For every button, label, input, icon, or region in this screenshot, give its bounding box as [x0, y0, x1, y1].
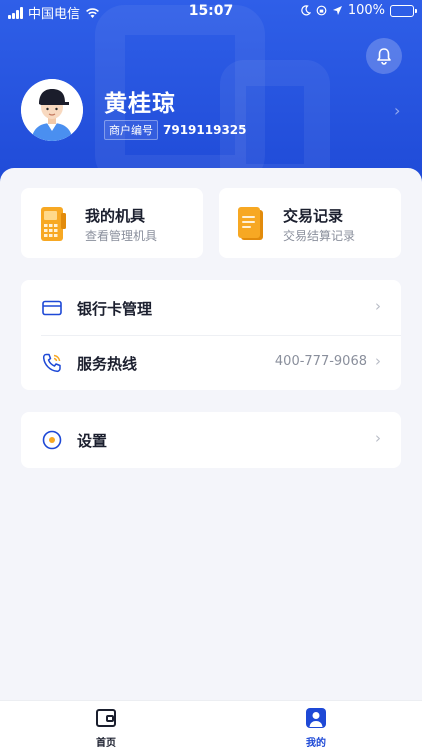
chevron-right-icon: › — [375, 352, 381, 370]
my-devices-subtitle: 查看管理机具 — [85, 229, 158, 243]
profile-chevron-icon[interactable]: › — [394, 101, 400, 120]
user-icon — [306, 708, 326, 728]
transactions-title: 交易记录 — [283, 207, 344, 225]
settings-label: 设置 — [77, 432, 108, 450]
location-icon — [332, 6, 342, 15]
avatar[interactable] — [21, 79, 83, 141]
merchant-info: 商户编号 7919119325 — [104, 120, 247, 140]
pos-terminal-icon — [41, 207, 66, 241]
status-bar: 中国电信 15:07 100% — [0, 0, 422, 22]
merchant-number: 7919119325 — [163, 123, 247, 137]
settings-group: 设置 › — [21, 412, 401, 468]
bell-icon — [377, 48, 391, 65]
settings-icon — [42, 430, 62, 450]
battery-icon — [390, 4, 417, 17]
tab-mine[interactable]: 我的 — [276, 707, 356, 749]
notification-bell-button[interactable] — [366, 38, 402, 74]
wallet-icon — [96, 709, 116, 727]
merchant-label: 商户编号 — [104, 120, 158, 140]
tab-mine-label: 我的 — [306, 738, 326, 749]
bank-card-label: 银行卡管理 — [77, 300, 153, 318]
battery-percent: 100% — [347, 3, 385, 18]
my-devices-title: 我的机具 — [85, 207, 146, 225]
transactions-card[interactable]: 交易记录 交易结算记录 — [219, 188, 401, 258]
settings-row[interactable]: 设置 › — [21, 412, 401, 468]
tab-home-label: 首页 — [96, 738, 116, 749]
transactions-subtitle: 交易结算记录 — [283, 229, 356, 243]
hotline-label: 服务热线 — [77, 355, 138, 373]
rotation-lock-icon — [316, 5, 327, 16]
bank-card-icon — [42, 300, 62, 316]
document-icon — [238, 207, 263, 240]
tab-home[interactable]: 首页 — [66, 707, 146, 749]
hotline-number[interactable]: 400-777-9068 — [275, 354, 367, 369]
hotline-row[interactable]: 服务热线 400-777-9068 › — [21, 335, 401, 391]
user-name: 黄桂琼 — [104, 91, 176, 117]
my-devices-card[interactable]: 我的机具 查看管理机具 — [21, 188, 203, 258]
moon-icon — [301, 5, 311, 16]
menu-group: 银行卡管理 › 服务热线 400-777-9068 › — [21, 280, 401, 390]
chevron-right-icon: › — [375, 297, 381, 315]
avatar-illustration — [21, 79, 83, 141]
tab-bar: 首页 我的 — [0, 700, 422, 750]
bank-card-row[interactable]: 银行卡管理 › — [21, 280, 401, 336]
phone-icon — [42, 353, 61, 373]
chevron-right-icon: › — [375, 429, 381, 447]
